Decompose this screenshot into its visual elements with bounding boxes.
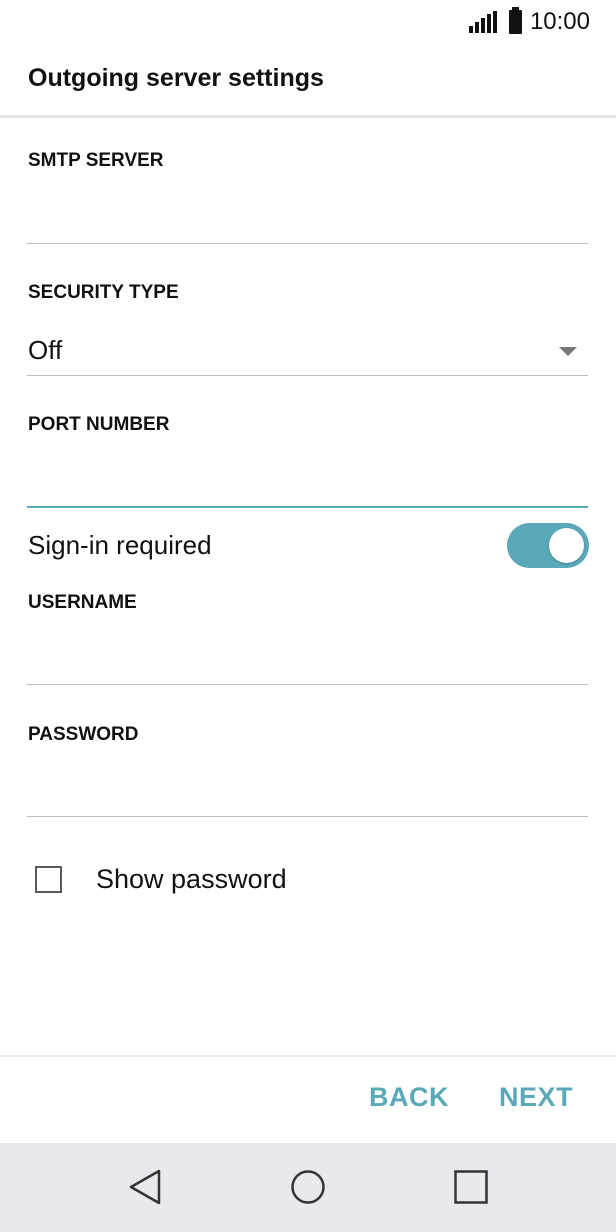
security-type-label: SECURITY TYPE — [28, 282, 179, 303]
password-underline — [27, 816, 588, 817]
show-password-label[interactable]: Show password — [96, 864, 287, 895]
app-bar: Outgoing server settings — [0, 44, 616, 118]
back-triangle-icon[interactable] — [125, 1167, 165, 1207]
security-type-underline — [27, 375, 588, 376]
sign-in-required-label: Sign-in required — [28, 530, 212, 560]
port-number-label: PORT NUMBER — [28, 414, 170, 435]
smtp-server-underline — [27, 243, 588, 244]
smtp-server-label: SMTP SERVER — [28, 150, 164, 171]
show-password-checkbox[interactable] — [35, 866, 62, 893]
password-field[interactable] — [28, 770, 588, 810]
next-button[interactable]: NEXT — [499, 1082, 573, 1113]
sign-in-required-toggle[interactable] — [507, 523, 589, 568]
footer-divider — [0, 1055, 616, 1057]
password-label: PASSWORD — [28, 724, 139, 745]
home-circle-icon[interactable] — [288, 1167, 328, 1207]
dropdown-arrow-icon[interactable] — [559, 347, 577, 356]
back-button[interactable]: BACK — [369, 1082, 449, 1113]
system-nav-bar — [0, 1143, 616, 1232]
page-title: Outgoing server settings — [28, 64, 324, 92]
recents-square-icon[interactable] — [451, 1167, 491, 1207]
toggle-knob — [549, 528, 584, 563]
smtp-server-field[interactable] — [28, 196, 588, 236]
port-number-field[interactable] — [28, 460, 588, 500]
status-time: 10:00 — [529, 8, 590, 35]
username-underline — [27, 684, 588, 685]
port-number-underline — [27, 506, 588, 508]
username-field[interactable] — [28, 638, 588, 678]
status-icons: 10:00 — [468, 6, 590, 38]
security-type-select[interactable]: Off — [28, 335, 62, 366]
username-label: USERNAME — [28, 592, 137, 613]
status-bar: 10:00 — [0, 0, 616, 44]
signal-icon — [468, 11, 499, 33]
battery-icon — [508, 7, 522, 34]
